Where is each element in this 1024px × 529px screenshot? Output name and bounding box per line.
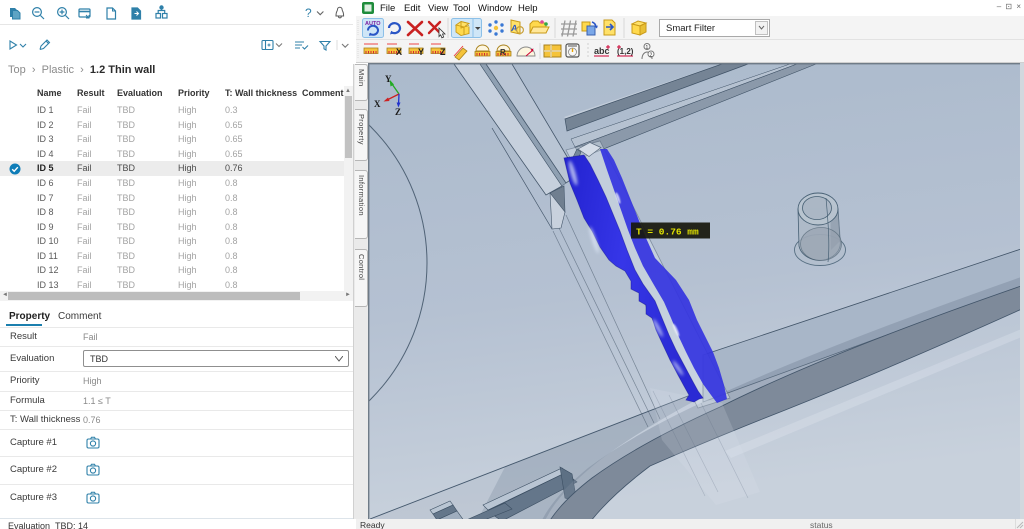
svg-text:R: R <box>500 48 506 57</box>
svg-text:X: X <box>374 99 381 109</box>
svg-text:?: ? <box>305 6 312 20</box>
svg-text:Y: Y <box>385 74 392 84</box>
svg-text:Z: Z <box>440 47 446 57</box>
svg-text:Z: Z <box>395 107 401 117</box>
svg-text:X: X <box>396 47 402 57</box>
svg-text:Smart Filter: Smart Filter <box>666 23 715 34</box>
svg-text:2: 2 <box>650 53 653 59</box>
svg-text:T = 0.76 mm: T = 0.76 mm <box>636 227 699 238</box>
svg-text:(1,2): (1,2) <box>617 47 634 56</box>
svg-text:Y: Y <box>418 47 424 57</box>
svg-text:1: 1 <box>646 45 649 51</box>
